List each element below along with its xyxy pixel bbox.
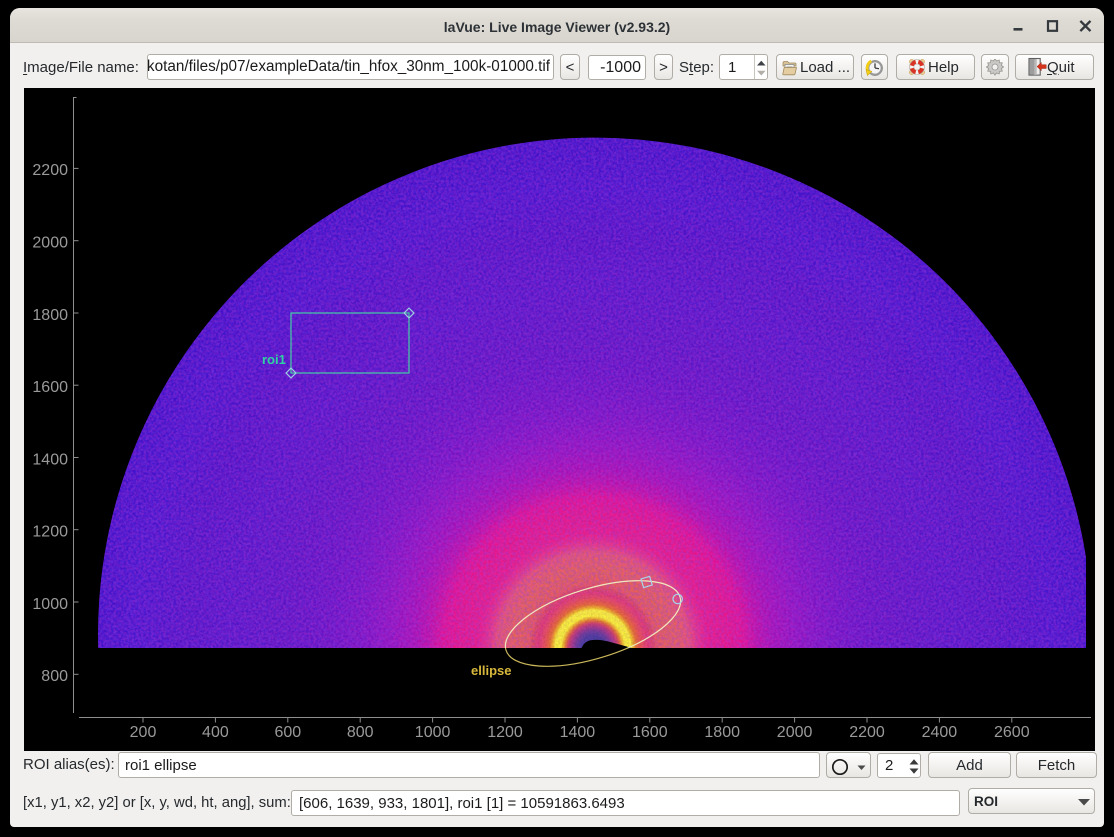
svg-text:roi1: roi1 xyxy=(262,352,286,367)
svg-text:200: 200 xyxy=(130,724,157,741)
svg-text:1400: 1400 xyxy=(560,724,596,741)
svg-text:600: 600 xyxy=(274,724,301,741)
svg-text:2000: 2000 xyxy=(32,235,68,252)
svg-text:1200: 1200 xyxy=(487,724,523,741)
svg-text:1200: 1200 xyxy=(32,524,68,541)
svg-text:1000: 1000 xyxy=(415,724,451,741)
svg-text:1800: 1800 xyxy=(32,307,68,324)
svg-text:2200: 2200 xyxy=(849,724,885,741)
svg-text:2600: 2600 xyxy=(994,724,1030,741)
svg-text:400: 400 xyxy=(202,724,229,741)
svg-text:1600: 1600 xyxy=(632,724,668,741)
svg-text:1400: 1400 xyxy=(32,451,68,468)
svg-text:1600: 1600 xyxy=(32,379,68,396)
svg-text:2200: 2200 xyxy=(32,162,68,179)
svg-text:1800: 1800 xyxy=(704,724,740,741)
svg-text:800: 800 xyxy=(41,668,68,685)
svg-text:2400: 2400 xyxy=(922,724,958,741)
svg-text:800: 800 xyxy=(347,724,374,741)
svg-text:2000: 2000 xyxy=(777,724,813,741)
svg-text:1000: 1000 xyxy=(32,596,68,613)
svg-text:ellipse: ellipse xyxy=(471,663,511,678)
